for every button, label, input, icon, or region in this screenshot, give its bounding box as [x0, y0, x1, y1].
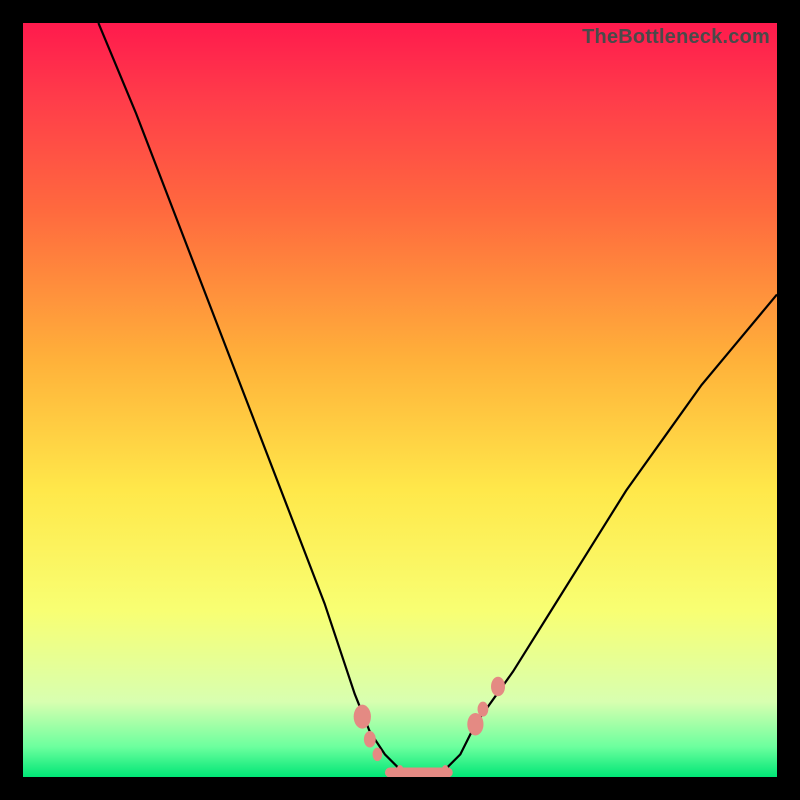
- curve-marker: [478, 702, 489, 717]
- curve-marker: [354, 705, 371, 729]
- curve-marker: [467, 713, 483, 736]
- chart-svg: [23, 23, 777, 777]
- attribution-text: TheBottleneck.com: [582, 26, 770, 49]
- curve-marker: [491, 677, 505, 697]
- curve-marker: [373, 748, 383, 762]
- curve-marker: [397, 765, 403, 774]
- chart-frame: TheBottleneck.com: [0, 0, 800, 800]
- curve-marker: [364, 731, 376, 748]
- marker-group: [354, 677, 505, 777]
- curve-marker: [442, 765, 448, 774]
- bottleneck-curve: [98, 23, 777, 773]
- plot-area: [23, 23, 777, 777]
